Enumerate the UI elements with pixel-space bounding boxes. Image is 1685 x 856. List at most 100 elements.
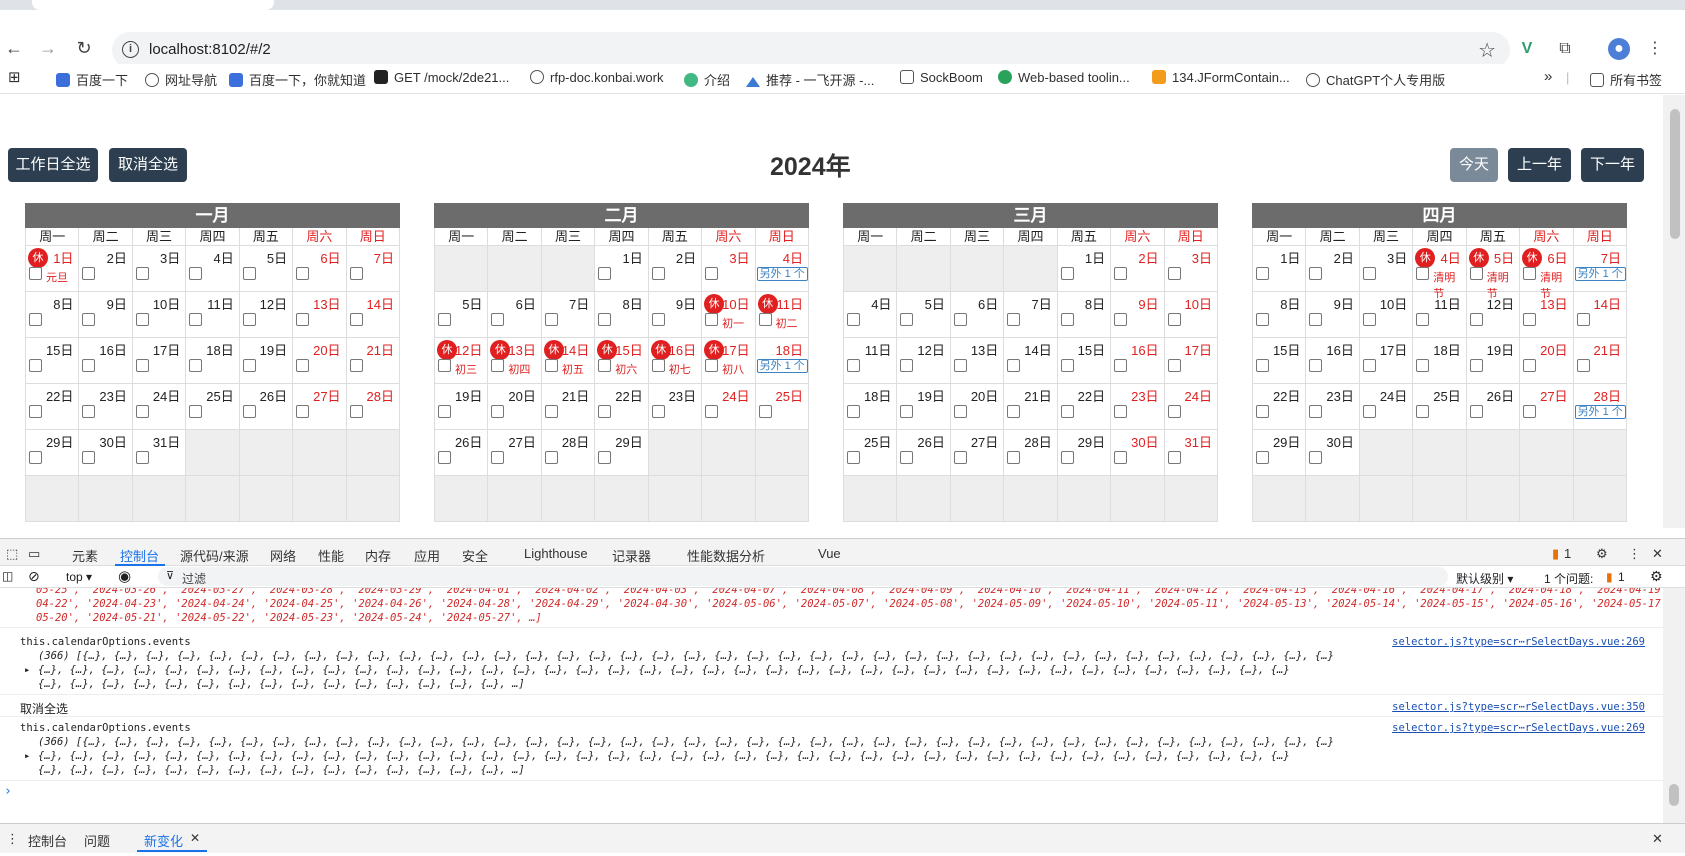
day-checkbox[interactable] [1309,451,1323,464]
day-cell[interactable]: 7日 [1004,292,1058,338]
day-checkbox[interactable] [598,267,612,280]
day-cell[interactable]: 24日 [132,384,187,430]
day-cell[interactable]: 21日 [541,384,596,430]
day-checkbox[interactable] [651,359,665,372]
next-year-button[interactable]: 下一年 [1581,148,1644,182]
day-cell[interactable]: 8日 [1253,292,1307,338]
day-checkbox[interactable] [1007,313,1021,326]
day-cell[interactable]: 22日 [1057,384,1112,430]
day-cell[interactable]: 26日 [239,384,294,430]
day-cell[interactable]: 休 1日 元旦 [26,246,80,292]
cancel-all-button[interactable]: 取消全选 [109,148,187,182]
day-cell[interactable]: 30日 [1306,430,1360,476]
day-cell[interactable]: 4日 另外 1 个 [755,246,809,292]
day-cell[interactable]: 20日 [1520,338,1574,384]
day-checkbox[interactable] [29,359,42,372]
clear-console-icon[interactable]: ⊘ [28,568,40,585]
day-cell[interactable]: 27日 [293,384,347,430]
day-checkbox[interactable] [598,313,612,326]
day-checkbox[interactable] [900,451,914,464]
day-checkbox[interactable] [1007,405,1021,418]
day-checkbox[interactable] [296,405,310,418]
drawer-tab-issues[interactable]: 问题 [84,831,110,850]
log-array[interactable]: (366) [{…}, {…}, {…}, {…}, {…}, {…}, {…}… [38,736,1334,748]
day-checkbox[interactable] [900,359,914,372]
day-cell[interactable]: 4日 [844,292,898,338]
close-drawer-icon[interactable]: ✕ [1652,831,1663,847]
all-bookmarks[interactable]: 所有书签 [1590,70,1662,89]
day-checkbox[interactable] [29,313,42,326]
more-events-link[interactable]: 另外 1 个 [1574,267,1626,281]
day-checkbox[interactable] [349,267,363,280]
day-checkbox[interactable] [1416,267,1430,280]
day-cell[interactable]: 16日 [1306,338,1360,384]
day-cell[interactable]: 21日 [1573,338,1627,384]
close-drawer-tab-icon[interactable]: ✕ [190,831,200,845]
day-checkbox[interactable] [705,313,719,326]
day-cell[interactable]: 14日 [1573,292,1627,338]
day-cell[interactable]: 休 15日 初六 [595,338,649,384]
day-checkbox[interactable] [349,313,363,326]
day-cell[interactable]: 休 12日 初三 [435,338,489,384]
day-cell[interactable]: 21日 [1004,384,1058,430]
day-cell[interactable]: 25日 [755,384,809,430]
day-checkbox[interactable] [1469,267,1483,280]
day-checkbox[interactable] [1362,267,1376,280]
day-checkbox[interactable] [1114,359,1128,372]
day-checkbox[interactable] [82,267,96,280]
day-checkbox[interactable] [82,359,96,372]
day-checkbox[interactable] [242,267,256,280]
day-cell[interactable]: 6日 [293,246,347,292]
day-checkbox[interactable] [1114,451,1128,464]
bookmark-item[interactable]: 百度一下，你就知道 [229,70,366,89]
day-cell[interactable]: 22日 [595,384,649,430]
day-cell[interactable]: 11日 [844,338,898,384]
day-cell[interactable]: 25日 [844,430,898,476]
issues-count[interactable]: 1 [1564,546,1571,561]
day-checkbox[interactable] [847,451,860,464]
url-text[interactable]: localhost:8102/#/2 [149,41,271,58]
bookmark-item[interactable]: Web-based toolin... [998,70,1130,85]
day-cell[interactable]: 29日 [595,430,649,476]
address-bar[interactable]: i localhost:8102/#/2 ☆ [112,32,1510,68]
day-cell[interactable]: 13日 [293,292,347,338]
day-checkbox[interactable] [296,267,310,280]
day-cell[interactable]: 28日 [346,384,400,430]
bookmark-item[interactable]: SockBoom [900,70,983,85]
day-checkbox[interactable] [847,405,860,418]
bookmarks-overflow-icon[interactable]: » [1544,68,1552,85]
day-cell[interactable]: 16日 [79,338,133,384]
day-checkbox[interactable] [705,405,719,418]
day-cell[interactable]: 3日 [1359,246,1414,292]
day-cell[interactable]: 28日 另外 1 个 [1573,384,1627,430]
day-cell[interactable]: 休 5日 清明节 [1466,246,1521,300]
day-checkbox[interactable] [1167,267,1181,280]
day-checkbox[interactable] [135,313,149,326]
day-cell[interactable]: 2日 [79,246,133,292]
day-checkbox[interactable] [189,405,203,418]
day-checkbox[interactable] [1469,359,1483,372]
bookmark-item[interactable]: 134.JFormContain... [1152,70,1290,85]
settings-gear-icon[interactable]: ⚙ [1596,546,1608,562]
forward-icon[interactable]: → [38,38,58,58]
day-cell[interactable]: 7日 [346,246,400,292]
select-workdays-button[interactable]: 工作日全选 [8,148,98,182]
scrollbar-thumb[interactable] [1670,109,1680,239]
day-cell[interactable]: 12日 [239,292,294,338]
tab-console[interactable]: 控制台 [120,546,159,565]
tab-security[interactable]: 安全 [462,546,488,565]
day-cell[interactable]: 17日 [1359,338,1414,384]
day-cell[interactable]: 7日 另外 1 个 [1573,246,1627,292]
day-cell[interactable]: 17日 [132,338,187,384]
tab-vue[interactable]: Vue [818,546,841,561]
live-expression-eye-icon[interactable]: ◉ [118,567,131,585]
tab-elements[interactable]: 元素 [72,546,98,565]
day-checkbox[interactable] [1523,267,1537,280]
bookmark-item[interactable]: 推荐 - 一飞开源 -... [746,70,874,89]
day-checkbox[interactable] [1256,313,1269,326]
day-cell[interactable]: 23日 [648,384,703,430]
scrollbar-thumb[interactable] [1669,784,1679,806]
day-cell[interactable]: 5日 [897,292,951,338]
day-checkbox[interactable] [544,313,558,326]
expand-arrow-icon[interactable]: ▸ [24,750,30,762]
